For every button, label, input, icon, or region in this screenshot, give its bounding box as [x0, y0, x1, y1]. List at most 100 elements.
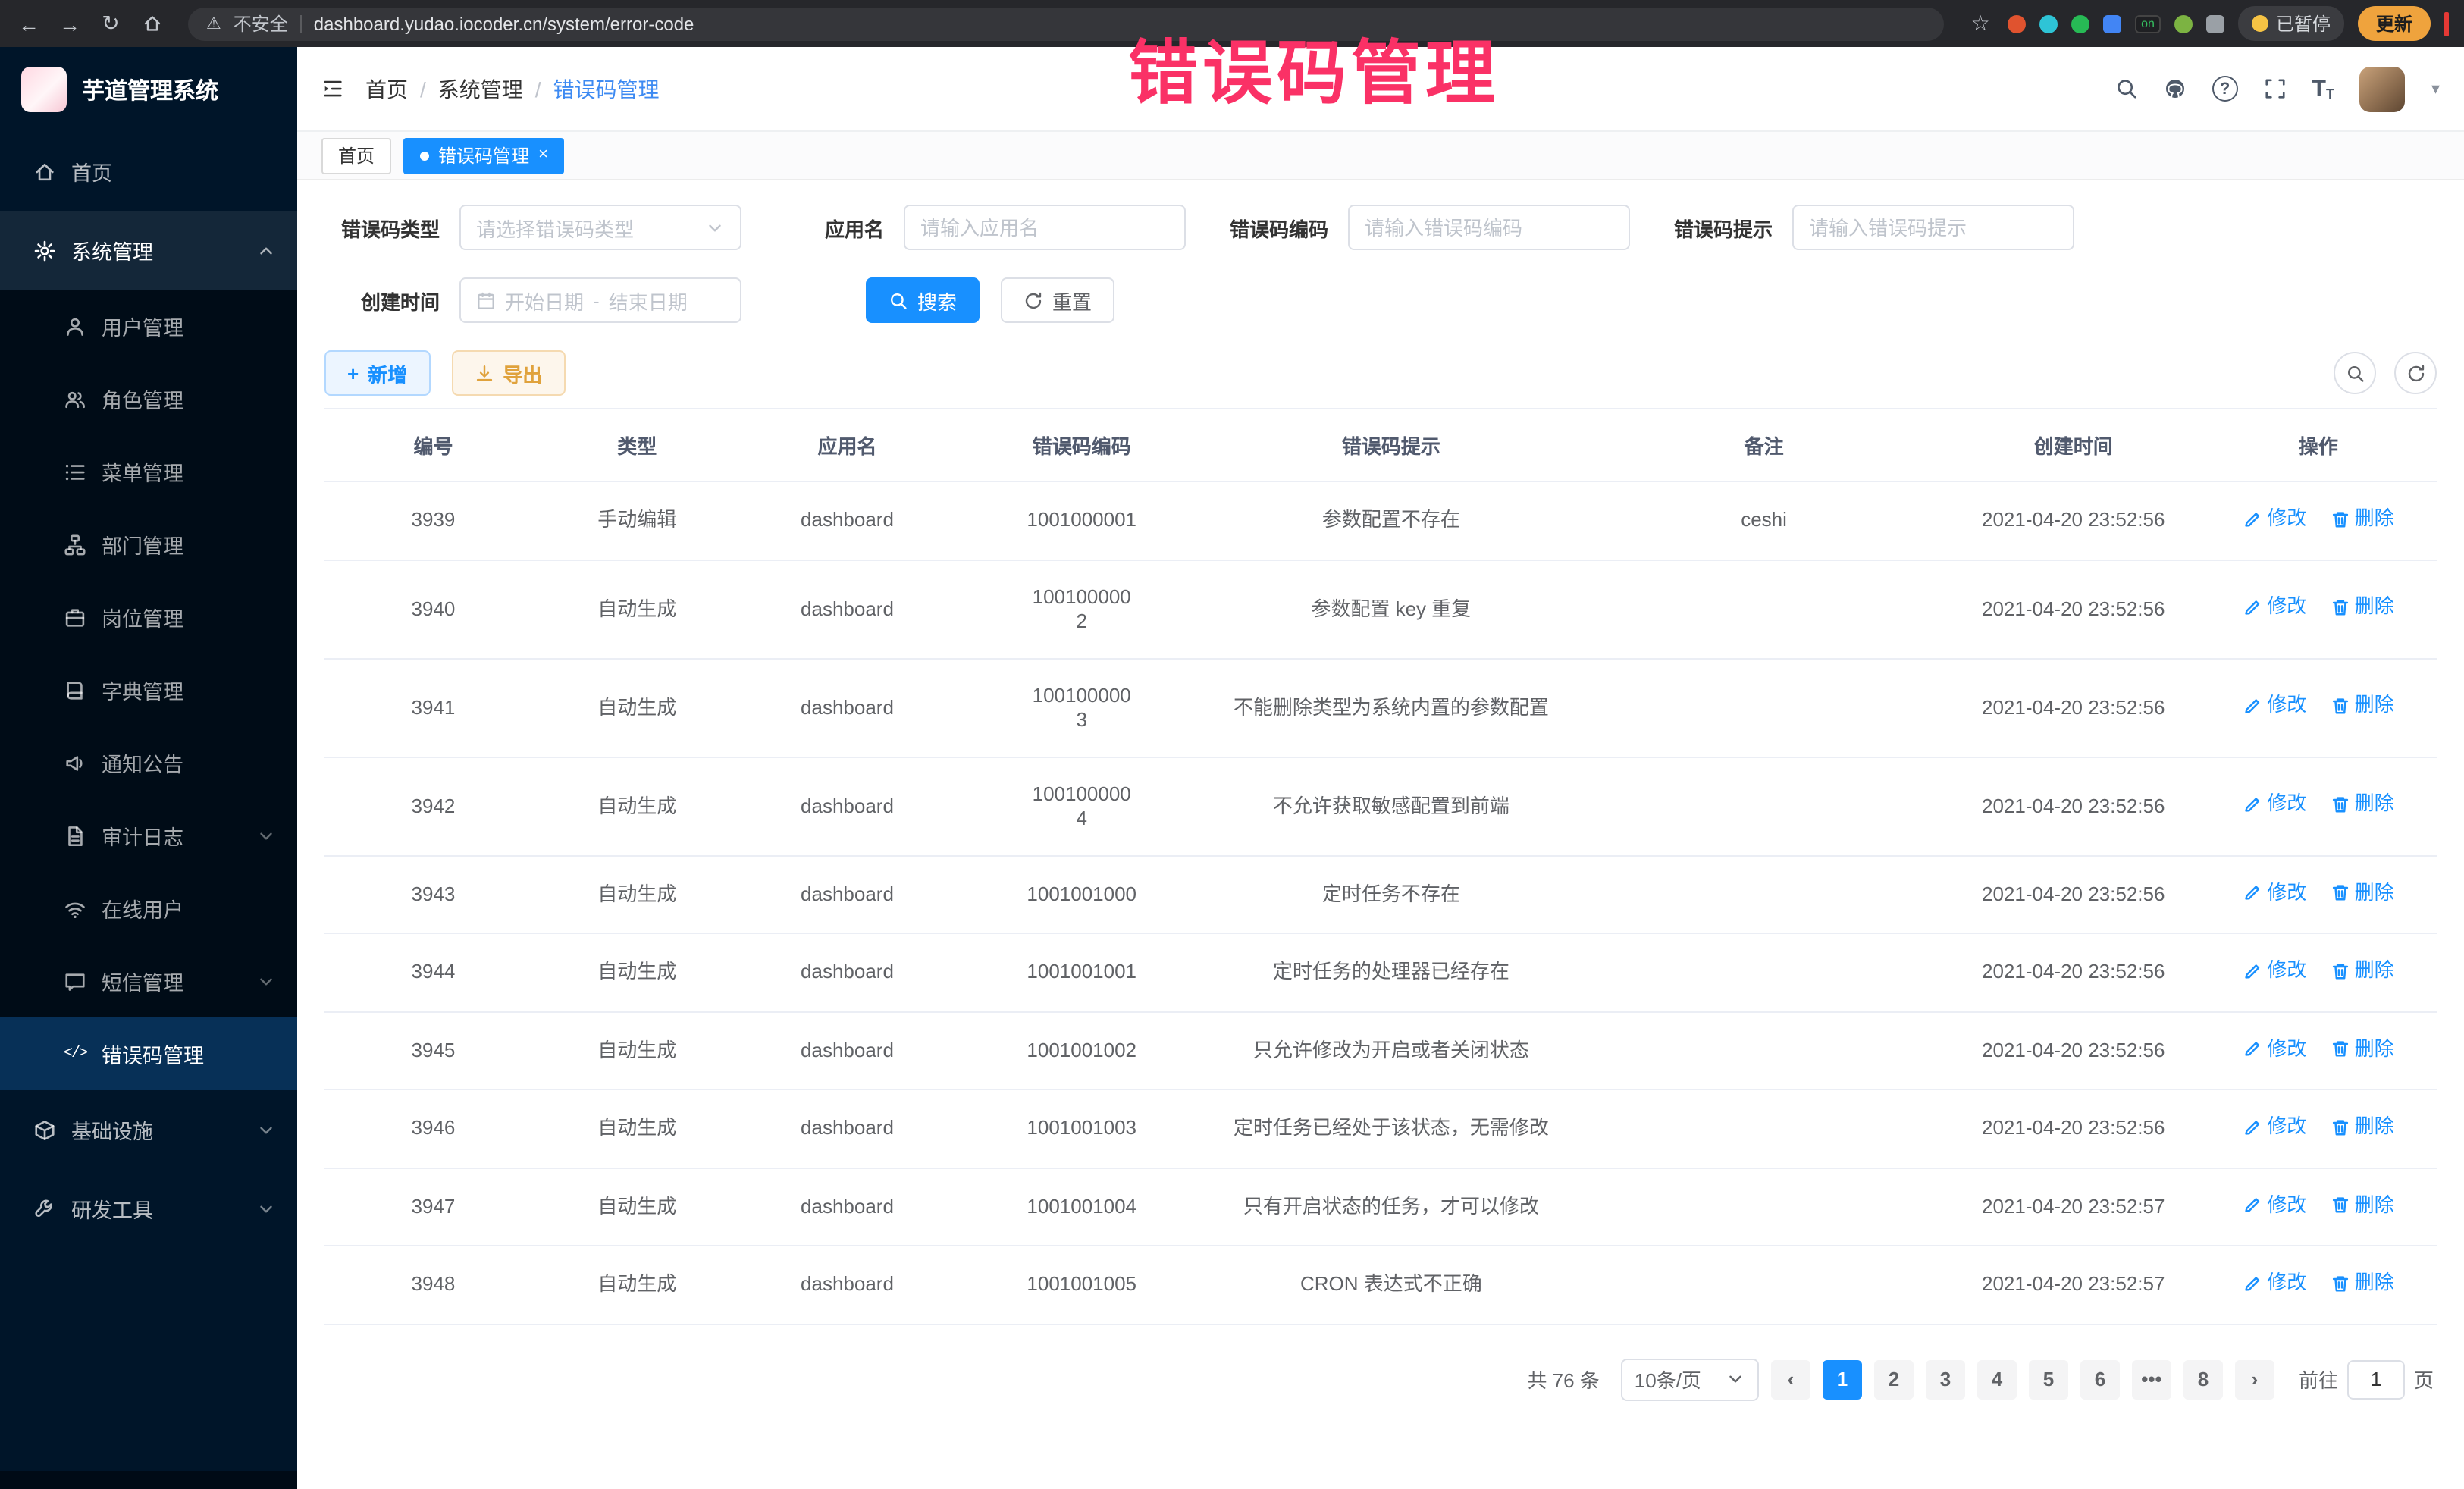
bookmark-star-icon[interactable]: ☆ — [1967, 11, 1994, 36]
col-app: 应用名 — [732, 409, 963, 481]
delete-link[interactable]: 删除 — [2331, 1036, 2394, 1061]
edit-link[interactable]: 修改 — [2243, 1193, 2306, 1217]
table-search-icon[interactable] — [2334, 352, 2376, 394]
sidebar-item-errcode[interactable]: </> 错误码管理 — [0, 1017, 297, 1090]
update-button[interactable]: 更新 — [2358, 6, 2431, 41]
app-name-input[interactable] — [904, 205, 1186, 250]
delete-link[interactable]: 删除 — [2331, 1193, 2394, 1217]
sidebar-item-dict[interactable]: 字典管理 — [0, 654, 297, 726]
edit-link[interactable]: 修改 — [2243, 595, 2306, 619]
delete-link[interactable]: 删除 — [2331, 506, 2394, 531]
extension-icon-teal[interactable] — [2039, 14, 2058, 33]
date-range-picker[interactable]: 开始日期 - 结束日期 — [459, 277, 741, 323]
search-button[interactable]: 搜索 — [866, 277, 980, 323]
edit-link[interactable]: 修改 — [2243, 792, 2306, 817]
cell-app: dashboard — [732, 1246, 963, 1324]
more-pages-button[interactable]: ••• — [2132, 1359, 2171, 1399]
help-icon[interactable]: ? — [2212, 76, 2238, 102]
sidebar-item-audit[interactable]: 审计日志 — [0, 799, 297, 872]
breadcrumb-home[interactable]: 首页 — [365, 74, 408, 104]
app-logo[interactable]: 芋道管理系统 — [0, 47, 297, 132]
edit-link[interactable]: 修改 — [2243, 958, 2306, 983]
tab-home[interactable]: 首页 — [321, 137, 391, 174]
delete-link[interactable]: 删除 — [2331, 958, 2394, 983]
sidebar-item-label: 通知公告 — [102, 748, 183, 778]
edit-link[interactable]: 修改 — [2243, 694, 2306, 718]
edit-link[interactable]: 修改 — [2243, 1271, 2306, 1295]
table-row: 3947 自动生成 dashboard 1001001004 只有开启状态的任务… — [324, 1168, 2437, 1246]
delete-link[interactable]: 删除 — [2331, 1114, 2394, 1139]
extension-icon-blue[interactable] — [2103, 14, 2121, 33]
sidebar-item-online[interactable]: 在线用户 — [0, 872, 297, 945]
sidebar-item-notice[interactable]: 通知公告 — [0, 726, 297, 799]
home-icon[interactable] — [138, 14, 165, 33]
edit-link[interactable]: 修改 — [2243, 506, 2306, 531]
sidebar-item-system[interactable]: 系统管理 — [0, 211, 297, 290]
sidebar-item-post[interactable]: 岗位管理 — [0, 581, 297, 654]
tab-close-icon[interactable]: × — [538, 147, 548, 164]
page-button[interactable]: 2 — [1874, 1359, 1914, 1399]
sidebar-item-role[interactable]: 角色管理 — [0, 362, 297, 435]
add-button[interactable]: + 新增 — [324, 350, 430, 396]
search-icon[interactable] — [2115, 77, 2138, 100]
page-button[interactable]: 6 — [2080, 1359, 2120, 1399]
next-page-button[interactable]: › — [2235, 1359, 2274, 1399]
edit-link[interactable]: 修改 — [2243, 880, 2306, 904]
extension-icon-on-badge[interactable]: on — [2135, 14, 2161, 33]
github-icon[interactable] — [2164, 77, 2187, 100]
cell-msg: 只有开启状态的任务，才可以修改 — [1201, 1168, 1581, 1246]
sidebar-item-devtool[interactable]: 研发工具 — [0, 1169, 297, 1248]
page-button[interactable]: 8 — [2183, 1359, 2223, 1399]
extension-icon-puzzle[interactable] — [2206, 14, 2224, 33]
error-type-select[interactable]: 请选择错误码类型 — [459, 205, 741, 250]
address-bar[interactable]: ⚠ 不安全 dashboard.yudao.iocoder.cn/system/… — [188, 7, 1944, 40]
goto-page-input[interactable] — [2347, 1359, 2405, 1399]
table-refresh-icon[interactable] — [2394, 352, 2437, 394]
font-size-icon[interactable]: TT — [2312, 76, 2334, 102]
error-msg-input[interactable] — [1792, 205, 2074, 250]
extension-icon-leaf[interactable] — [2174, 14, 2193, 33]
sidebar-item-infra[interactable]: 基础设施 — [0, 1090, 297, 1169]
edit-link[interactable]: 修改 — [2243, 1036, 2306, 1061]
forward-icon[interactable]: → — [56, 11, 83, 36]
extension-icon-green[interactable] — [2071, 14, 2089, 33]
reload-icon[interactable]: ↻ — [97, 11, 124, 36]
sidebar-item-label: 系统管理 — [71, 235, 153, 265]
sidebar-item-label: 用户管理 — [102, 311, 183, 341]
sidebar-item-home[interactable]: 首页 — [0, 132, 297, 211]
export-button[interactable]: 导出 — [451, 350, 565, 396]
sidebar-item-label: 字典管理 — [102, 675, 183, 705]
delete-link[interactable]: 删除 — [2331, 880, 2394, 904]
chevron-down-icon[interactable]: ▾ — [2431, 79, 2440, 99]
breadcrumb-section[interactable]: 系统管理 — [438, 74, 523, 104]
extension-icon-red[interactable] — [2008, 14, 2026, 33]
error-code-input[interactable] — [1348, 205, 1630, 250]
table-row: 3942 自动生成 dashboard 100100000 4 不允许获取敏感配… — [324, 757, 2437, 855]
avatar[interactable] — [2360, 66, 2406, 111]
tab-errcode[interactable]: 错误码管理 × — [403, 137, 565, 174]
cell-created: 2021-04-20 23:52:57 — [1947, 1246, 2200, 1324]
cell-id: 3947 — [324, 1168, 542, 1246]
page-button[interactable]: 5 — [2029, 1359, 2068, 1399]
cell-app: dashboard — [732, 933, 963, 1011]
edit-link[interactable]: 修改 — [2243, 1114, 2306, 1139]
back-icon[interactable]: ← — [15, 11, 42, 36]
delete-link[interactable]: 删除 — [2331, 792, 2394, 817]
delete-link[interactable]: 删除 — [2331, 1271, 2394, 1295]
sidebar-item-user[interactable]: 用户管理 — [0, 290, 297, 362]
delete-link[interactable]: 删除 — [2331, 595, 2394, 619]
sidebar-item-sms[interactable]: 短信管理 — [0, 945, 297, 1017]
prev-page-button[interactable]: ‹ — [1771, 1359, 1810, 1399]
menu-fold-icon[interactable] — [321, 77, 344, 100]
paused-badge[interactable]: 已暂停 — [2238, 6, 2344, 41]
reset-button[interactable]: 重置 — [1001, 277, 1114, 323]
fullscreen-icon[interactable] — [2264, 77, 2287, 100]
sidebar-item-dept[interactable]: 部门管理 — [0, 508, 297, 581]
page-button[interactable]: 3 — [1926, 1359, 1965, 1399]
page-button[interactable]: 1 — [1823, 1359, 1862, 1399]
page-size-select[interactable]: 10条/页 — [1621, 1358, 1759, 1400]
page-button[interactable]: 4 — [1977, 1359, 2017, 1399]
cell-created: 2021-04-20 23:52:56 — [1947, 1011, 2200, 1089]
sidebar-item-menu[interactable]: 菜单管理 — [0, 435, 297, 508]
delete-link[interactable]: 删除 — [2331, 694, 2394, 718]
